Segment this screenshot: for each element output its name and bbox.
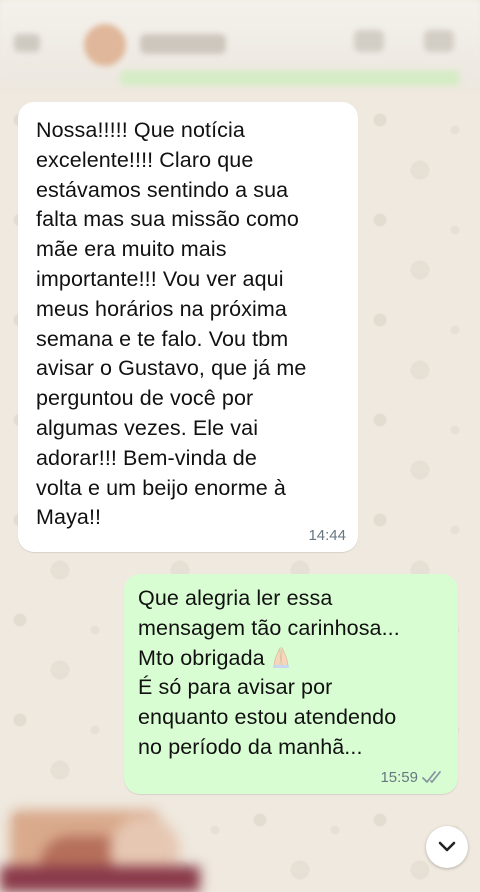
back-arrow-icon[interactable]	[14, 34, 40, 52]
outgoing-message-text: Que alegria ler essa mensagem tão carinh…	[138, 584, 446, 763]
outgoing-message-bubble[interactable]: Que alegria ler essa mensagem tão carinh…	[124, 574, 458, 794]
scroll-to-bottom-button[interactable]	[426, 826, 468, 868]
avatar[interactable]	[84, 24, 126, 66]
blurred-photo-thumbnail[interactable]	[0, 806, 200, 892]
incoming-message-bubble[interactable]: Nossa!!!!! Que notícia excelente!!!! Cla…	[18, 102, 358, 552]
message-timestamp: 15:59	[380, 769, 418, 786]
double-check-icon	[422, 771, 441, 783]
phone-call-icon[interactable]	[424, 30, 454, 52]
video-call-icon[interactable]	[354, 30, 384, 52]
incoming-message-text: Nossa!!!!! Que notícia excelente!!!! Cla…	[36, 118, 307, 530]
chat-header-blurred	[0, 0, 480, 88]
message-timestamp: 14:44	[308, 527, 346, 544]
chevron-down-icon	[438, 841, 456, 852]
outgoing-message-text-part2: É só para avisar por enquanto estou aten…	[138, 675, 397, 759]
folded-hands-icon	[272, 646, 289, 668]
previous-message-bubble	[120, 70, 460, 86]
contact-name-redacted[interactable]	[140, 34, 226, 54]
